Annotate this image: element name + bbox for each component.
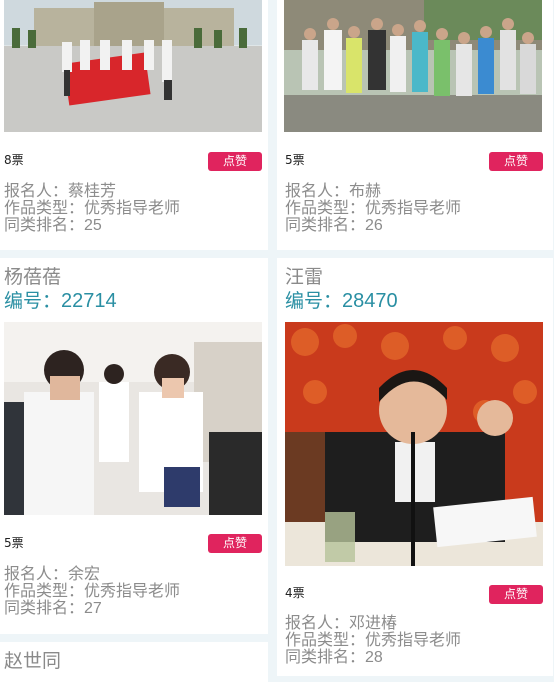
rank-value: 25 — [84, 217, 102, 234]
like-button[interactable]: 点赞 — [489, 585, 543, 604]
like-button[interactable]: 点赞 — [208, 152, 262, 171]
category-row: 作品类型：优秀指导老师 — [285, 630, 462, 649]
category-value: 优秀指导老师 — [365, 630, 462, 649]
like-button[interactable]: 点赞 — [208, 534, 262, 553]
entry-info: 报名人：布赫 作品类型：优秀指导老师 同类排名：26 — [285, 182, 461, 234]
rank-value: 27 — [84, 600, 102, 617]
entry-name: 汪雷 — [285, 266, 324, 288]
category-row: 作品类型：优秀指导老师 — [4, 581, 181, 600]
entry-number: 编号：28470 — [285, 290, 398, 312]
applicant-row: 报名人：邓进椿 — [285, 613, 398, 632]
applicant-row: 报名人：蔡桂芳 — [4, 181, 117, 200]
rank-row: 同类排名：27 — [4, 598, 102, 617]
entry-photo[interactable] — [4, 322, 262, 515]
vote-count: 5票 — [285, 153, 305, 167]
entry-card: 赵世同 — [0, 642, 268, 682]
rank-value: 28 — [365, 649, 383, 666]
entry-number-value: 22714 — [61, 290, 117, 312]
entry-name: 赵世同 — [4, 650, 62, 672]
entry-card: 8票 点赞 报名人：蔡桂芳 作品类型：优秀指导老师 同类排名：25 — [0, 0, 268, 250]
entry-photo[interactable] — [284, 0, 542, 132]
entry-number-value: 28470 — [342, 290, 398, 312]
rank-row: 同类排名：25 — [4, 215, 102, 234]
vote-count: 4票 — [285, 586, 305, 600]
applicant-row: 报名人：余宏 — [4, 564, 101, 583]
vote-count: 8票 — [4, 153, 24, 167]
entry-number: 编号：22714 — [4, 290, 117, 312]
rank-row: 同类排名：28 — [285, 647, 383, 666]
category-value: 优秀指导老师 — [84, 581, 181, 600]
category-value: 优秀指导老师 — [365, 198, 462, 217]
rank-value: 26 — [365, 217, 383, 234]
entry-info: 报名人：余宏 作品类型：优秀指导老师 同类排名：27 — [4, 565, 180, 617]
entry-photo[interactable] — [4, 0, 262, 132]
category-row: 作品类型：优秀指导老师 — [4, 198, 181, 217]
vote-count: 5票 — [4, 536, 24, 550]
entry-info: 报名人：邓进椿 作品类型：优秀指导老师 同类排名：28 — [285, 614, 461, 666]
category-value: 优秀指导老师 — [84, 198, 181, 217]
entry-info: 报名人：蔡桂芳 作品类型：优秀指导老师 同类排名：25 — [4, 182, 180, 234]
like-button[interactable]: 点赞 — [489, 152, 543, 171]
entry-name: 杨蓓蓓 — [4, 266, 62, 288]
entry-card: 汪雷 编号：28470 4票 点赞 报名人：邓进椿 作品类型：优秀指导老师 同类… — [277, 258, 553, 676]
entry-card: 杨蓓蓓 编号：22714 5票 点赞 报名人：余宏 作品类型：优秀指导老师 同类… — [0, 258, 268, 634]
entry-photo[interactable] — [285, 322, 543, 566]
category-row: 作品类型：优秀指导老师 — [285, 198, 462, 217]
rank-row: 同类排名：26 — [285, 215, 383, 234]
entry-card: 5票 点赞 报名人：布赫 作品类型：优秀指导老师 同类排名：26 — [277, 0, 553, 250]
applicant-row: 报名人：布赫 — [285, 181, 382, 200]
